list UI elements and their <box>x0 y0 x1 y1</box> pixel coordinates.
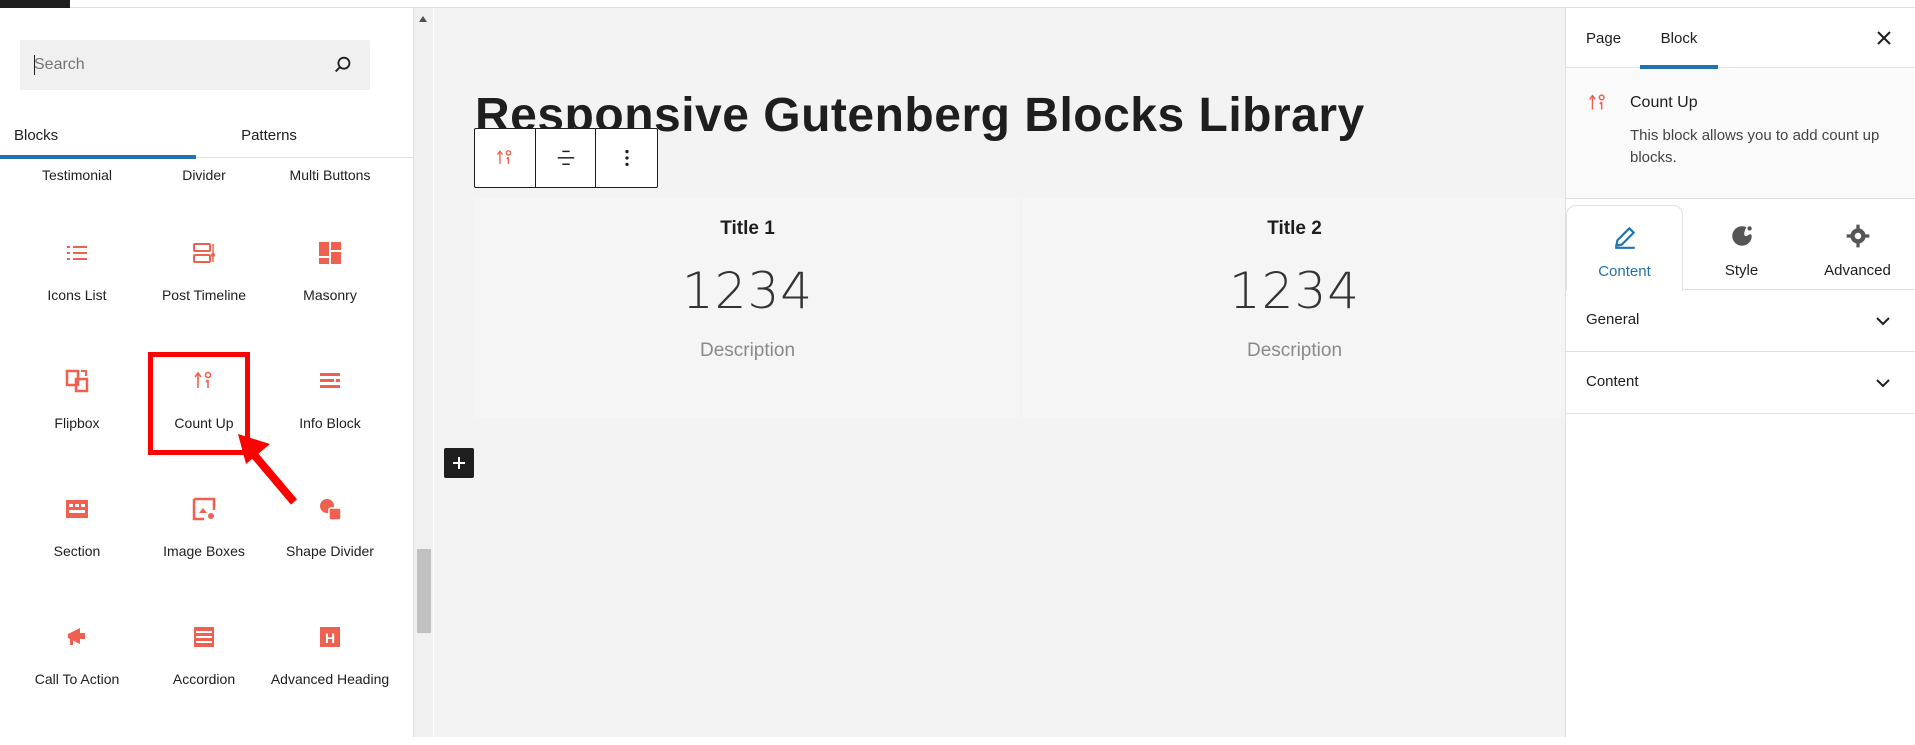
tab-blocks-label: Blocks <box>14 127 59 144</box>
block-label: Icons List <box>47 287 107 303</box>
chevron-down-icon <box>1876 379 1890 388</box>
counter-number[interactable]: 1234 <box>475 262 1020 320</box>
shape-divider-icon <box>320 499 342 521</box>
block-card: Count Up This block allows you to add co… <box>1566 69 1915 199</box>
block-item-info-block[interactable]: Info Block <box>267 368 393 433</box>
more-vertical-icon <box>625 149 629 167</box>
tab-content[interactable]: Content <box>1566 205 1683 291</box>
settings-sidebar: Page Block Count Up This block allows yo… <box>1565 8 1915 737</box>
block-item-advanced-heading[interactable]: H Advanced Heading <box>267 624 393 689</box>
block-item-section[interactable]: Section <box>14 496 140 561</box>
palette-icon <box>1731 226 1752 246</box>
counter-number[interactable]: 1234 <box>1022 262 1567 320</box>
block-label: Flipbox <box>54 415 100 431</box>
block-label: Multi Buttons <box>289 167 371 183</box>
block-inserter-panel: Blocks Patterns Testimonial Divider Mult… <box>0 8 413 737</box>
more-options-button[interactable] <box>596 129 657 187</box>
add-block-button[interactable] <box>444 448 474 478</box>
timeline-icon <box>193 243 215 263</box>
pointer-arrow <box>238 434 298 505</box>
accordion-label: Content <box>1586 373 1639 390</box>
text-caret <box>34 55 35 75</box>
block-item-masonry[interactable]: Masonry <box>267 240 393 305</box>
tab-style[interactable]: Style <box>1683 205 1800 290</box>
block-label: Testimonial <box>41 167 113 183</box>
inserter-tabs: Blocks Patterns <box>0 108 413 159</box>
accordion-content[interactable]: Content <box>1566 352 1915 414</box>
accordion-icon <box>194 627 214 647</box>
block-item-multi-buttons[interactable]: Multi Buttons <box>267 165 393 185</box>
block-card-description: This block allows you to add count up bl… <box>1630 127 1880 166</box>
close-icon <box>1877 31 1891 45</box>
top-bar <box>0 0 1915 8</box>
heading-icon: H <box>320 627 340 647</box>
tab-style-label: Style <box>1724 262 1759 279</box>
block-type-button[interactable] <box>475 129 536 187</box>
block-item-flipbox[interactable]: Flipbox <box>14 368 140 433</box>
tab-page[interactable]: Page <box>1586 8 1621 68</box>
accordion-label: General <box>1586 311 1640 328</box>
top-bar-logo-area <box>0 0 70 8</box>
accordion-general[interactable]: General <box>1566 290 1915 352</box>
tab-patterns[interactable]: Patterns <box>196 108 392 158</box>
block-label: Section <box>53 543 101 559</box>
block-item-call-to-action[interactable]: Call To Action <box>14 624 140 689</box>
image-boxes-icon <box>192 497 216 521</box>
inspector-tabs: Content Style Advanced <box>1566 205 1915 291</box>
search-box <box>20 40 370 90</box>
scroll-up-arrow[interactable] <box>419 16 427 22</box>
close-sidebar-button[interactable] <box>1872 26 1896 50</box>
block-label: Advanced Heading <box>270 671 390 687</box>
tab-advanced[interactable]: Advanced <box>1799 205 1915 290</box>
tab-advanced-label: Advanced <box>1824 262 1891 279</box>
counter-item-2[interactable]: Title 2 1234 Description <box>1022 198 1567 418</box>
align-center-icon <box>557 150 574 165</box>
count-up-icon <box>1589 94 1605 110</box>
counter-description[interactable]: Description <box>1022 340 1567 362</box>
svg-text:H: H <box>325 630 335 646</box>
counter-item-1[interactable]: Title 1 1234 Description <box>475 198 1020 418</box>
block-label: Masonry <box>303 287 357 303</box>
inserter-scrollbar[interactable] <box>413 8 433 737</box>
block-label: Image Boxes <box>163 543 245 559</box>
counter-title[interactable]: Title 1 <box>475 218 1020 240</box>
block-label: Shape Divider <box>286 543 374 559</box>
sidebar-tabs: Page Block <box>1566 8 1915 69</box>
section-icon <box>66 500 88 518</box>
block-item-icons-list[interactable]: Icons List <box>14 240 140 305</box>
block-label: Accordion <box>172 671 236 687</box>
block-toolbar <box>474 128 658 188</box>
search-input[interactable] <box>34 40 314 90</box>
tab-block-label: Block <box>1660 30 1698 47</box>
block-label: Call To Action <box>34 671 120 687</box>
editor-canvas: Responsive Gutenberg Blocks Library Titl… <box>434 8 1567 737</box>
tab-block[interactable]: Block <box>1640 8 1718 69</box>
list-icon <box>67 246 87 260</box>
block-item-post-timeline[interactable]: Post Timeline <box>141 240 267 305</box>
align-button[interactable] <box>536 129 597 187</box>
plus-icon <box>453 457 465 469</box>
chevron-down-icon <box>1876 317 1890 326</box>
gear-icon <box>1846 224 1869 248</box>
block-item-testimonial[interactable]: Testimonial <box>14 165 140 185</box>
counter-title[interactable]: Title 2 <box>1022 218 1567 240</box>
tab-page-label: Page <box>1586 30 1622 47</box>
scroll-thumb[interactable] <box>417 549 431 633</box>
block-card-title: Count Up <box>1630 94 1698 111</box>
masonry-icon <box>319 242 341 264</box>
block-label: Divider <box>182 167 226 183</box>
pencil-icon <box>1614 226 1635 249</box>
block-label: Post Timeline <box>161 287 247 303</box>
tab-blocks[interactable]: Blocks <box>0 108 196 159</box>
info-block-icon <box>320 373 340 388</box>
megaphone-icon <box>68 628 85 645</box>
block-item-divider[interactable]: Divider <box>141 165 267 185</box>
tab-patterns-label: Patterns <box>241 127 297 144</box>
count-up-icon <box>496 150 512 164</box>
counter-description[interactable]: Description <box>475 340 1020 362</box>
flipbox-icon <box>65 369 89 393</box>
tab-content-label: Content <box>1598 263 1651 280</box>
block-item-accordion[interactable]: Accordion <box>141 624 267 689</box>
search-icon[interactable] <box>332 54 354 76</box>
